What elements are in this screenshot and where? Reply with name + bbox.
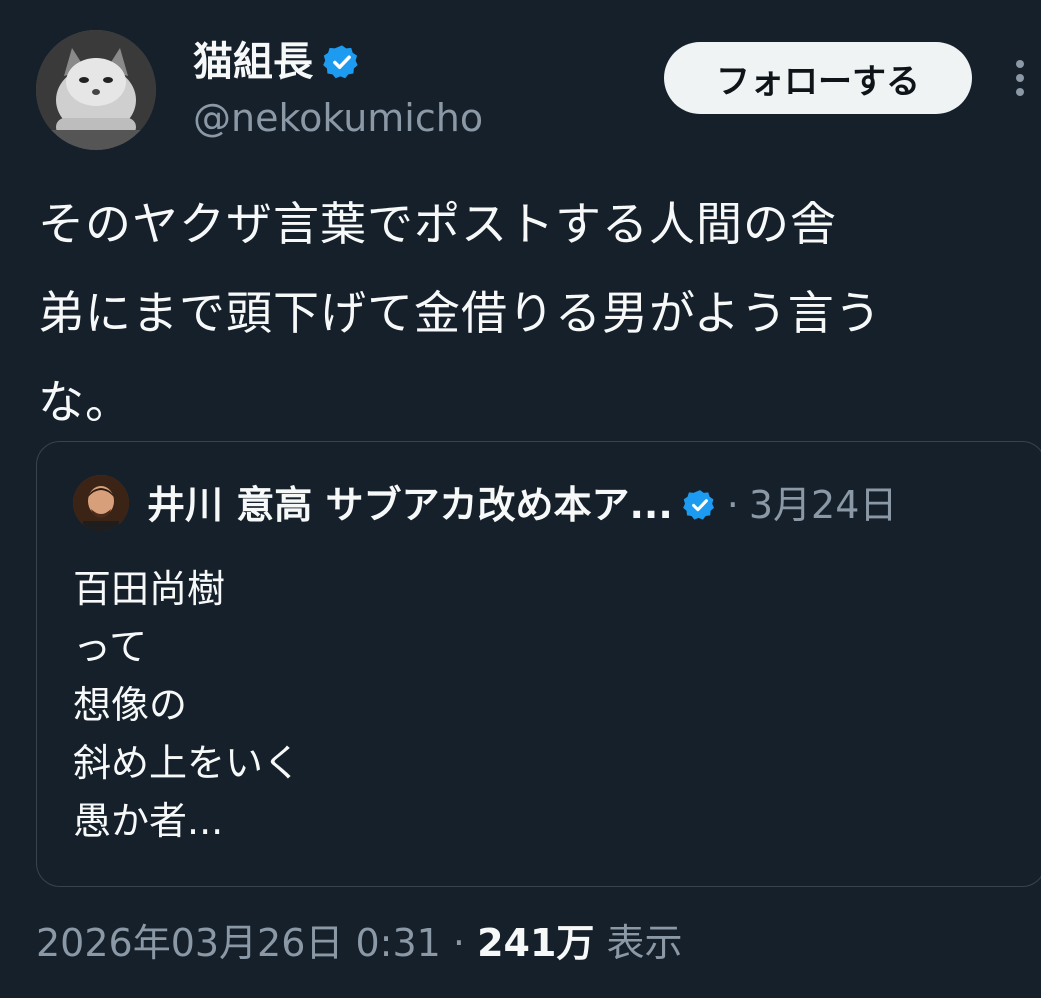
views-count: 241万 [477,921,595,965]
quoted-post-text: 百田尚樹 って 想像の 斜め上をいく 愚か者... [73,560,301,850]
quoted-line: 愚か者... [73,799,224,843]
tweet-detail: 猫組長 @nekokumicho フォローする そのヤクザ言葉でポストする人間の… [0,0,1041,998]
quoted-post-date[interactable]: 3月24日 [749,480,898,530]
quoted-author-name[interactable]: 井川 意高 サブアカ改め本ア... [147,480,673,530]
verified-badge-icon [323,45,358,79]
author-display-name[interactable]: 猫組長 [193,36,361,88]
quoted-line: 想像の [73,683,188,727]
author-handle[interactable]: @nekokumicho [193,94,483,142]
post-metadata: 2026年03月26日 0:31 · 241万 表示 [36,915,683,971]
quoted-post-separator: · [726,483,739,527]
follow-button[interactable]: フォローする [664,42,972,114]
quoted-author-avatar[interactable] [73,475,129,531]
author-name-text: 猫組長 [193,39,313,85]
quoted-post-header: 井川 意高 サブアカ改め本ア... · 3月24日 [147,480,897,530]
person-avatar-icon [73,475,129,531]
quoted-line: 百田尚樹 [73,567,226,611]
quoted-line: 斜め上をいく [73,741,302,785]
author-avatar[interactable] [36,30,156,150]
more-options-icon[interactable] [1008,56,1032,100]
views-label: 表示 [594,921,683,965]
meta-separator: · [440,921,478,965]
quoted-post-card[interactable]: 井川 意高 サブアカ改め本ア... · 3月24日 百田尚樹 って 想像の 斜め… [36,441,1041,887]
verified-badge-icon [682,490,714,520]
cat-avatar-icon [36,30,156,150]
post-text: そのヤクザ言葉でポストする人間の舎 弟にまで頭下げて金借りる男がよう言う な。 [38,197,882,429]
quoted-line: って [73,625,148,669]
post-timestamp[interactable]: 2026年03月26日 0:31 [36,921,441,965]
